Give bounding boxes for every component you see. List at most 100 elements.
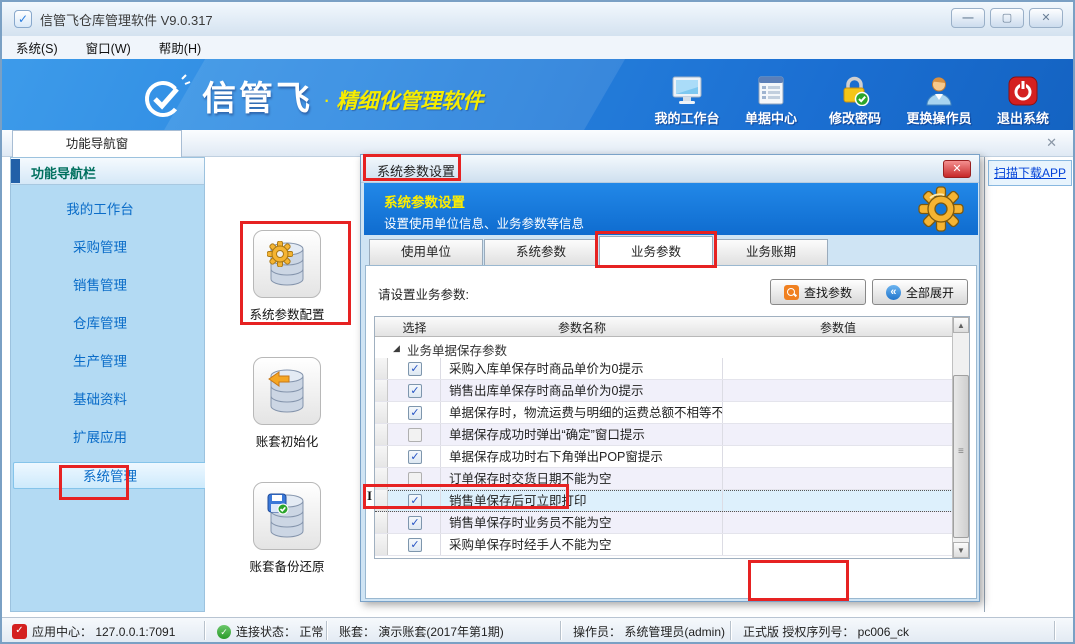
checkbox-icon[interactable] — [408, 494, 422, 508]
param-value-cell[interactable] — [723, 380, 953, 401]
find-params-button[interactable]: 查找参数 — [770, 279, 866, 305]
modules-panel: 系统参数配置 账套初始化 — [205, 157, 360, 612]
scrollbar-thumb[interactable] — [953, 375, 969, 538]
toolbar-exit-system[interactable]: 退出系统 — [981, 63, 1065, 127]
row-select-cell — [388, 468, 441, 489]
table-row[interactable]: 订单保存时交货日期不能为空 — [375, 468, 953, 490]
table-row[interactable]: 销售出库单保存时商品单价为0提示 — [375, 380, 953, 402]
checkbox-icon[interactable] — [408, 406, 422, 420]
tab-business-period[interactable]: 业务账期 — [714, 239, 828, 265]
table-row[interactable]: 销售单保存时业务员不能为空 — [375, 512, 953, 534]
checkbox-icon[interactable] — [408, 362, 422, 376]
row-header-cell — [375, 446, 388, 467]
param-name-cell: 销售出库单保存时商品单价为0提示 — [441, 380, 723, 401]
application-window: ✓ 信管飞仓库管理软件 V9.0.317 — ▢ ✕ 系统(S) 窗口(W) 帮… — [0, 0, 1075, 644]
dialog-close-button[interactable]: ✕ — [943, 160, 971, 178]
tab-business-params[interactable]: 业务参数 — [599, 236, 713, 266]
row-header-cell — [375, 512, 388, 533]
expand-all-button[interactable]: « 全部展开 — [872, 279, 968, 305]
maximize-button[interactable]: ▢ — [990, 8, 1024, 28]
arrow-badge-icon — [267, 368, 291, 390]
window-close-button[interactable]: ✕ — [1029, 8, 1063, 28]
sidebar-item-production[interactable]: 生产管理 — [11, 348, 189, 375]
sidebar-item-warehouse[interactable]: 仓库管理 — [11, 310, 189, 337]
param-name-cell: 采购单保存时经手人不能为空 — [441, 534, 723, 555]
sidebar-item-workstation[interactable]: 我的工作台 — [11, 196, 189, 223]
param-value-cell[interactable] — [723, 512, 953, 533]
checkbox-icon[interactable] — [408, 516, 422, 530]
scroll-down-icon[interactable]: ▼ — [953, 542, 969, 558]
param-value-cell[interactable] — [723, 490, 953, 511]
row-select-cell — [388, 402, 441, 423]
row-header-cell — [375, 468, 388, 489]
table-scrollbar[interactable]: ▲ ▼ — [952, 317, 969, 558]
checkbox-icon[interactable] — [408, 538, 422, 552]
table-row[interactable]: 销售单保存后可立即打印 — [375, 490, 953, 512]
checkbox-icon[interactable] — [408, 428, 422, 442]
right-panel: 扫描下载APP — [984, 157, 1075, 612]
minimize-button[interactable]: — — [951, 8, 985, 28]
password-lock-icon — [839, 76, 871, 106]
power-exit-icon — [1008, 76, 1038, 106]
sidebar-item-system-management[interactable]: 系统管理 — [13, 462, 207, 489]
params-prompt: 请设置业务参数: — [378, 284, 469, 303]
status-connection: ✓ 连接状态： 正常 — [217, 623, 323, 640]
toolbar-my-workstation[interactable]: 我的工作台 — [645, 63, 729, 127]
toolbar-document-center[interactable]: 单据中心 — [729, 63, 813, 127]
sidebar-item-basic-data[interactable]: 基础资料 — [11, 386, 189, 413]
connection-ok-icon: ✓ — [217, 625, 231, 639]
status-bar: ✓ 应用中心： 127.0.0.1:7091 ✓ 连接状态： 正常 账套： 演示… — [2, 617, 1073, 643]
operator-icon — [924, 76, 954, 106]
menu-window[interactable]: 窗口(W) — [86, 38, 131, 57]
param-value-cell[interactable] — [723, 402, 953, 423]
search-icon — [784, 285, 799, 300]
row-select-cell — [388, 534, 441, 555]
dialog-header-subtitle: 设置使用单位信息、业务参数等信息 — [384, 213, 584, 232]
tab-system-params[interactable]: 系统参数 — [484, 239, 598, 265]
toolbar-change-password[interactable]: 修改密码 — [813, 63, 897, 127]
scroll-up-icon[interactable]: ▲ — [953, 317, 969, 333]
menu-help[interactable]: 帮助(H) — [159, 38, 201, 57]
brand-logo-icon — [140, 73, 192, 119]
status-divider — [204, 621, 205, 640]
dialog-tabs: 使用单位 系统参数 业务参数 业务账期 — [369, 239, 829, 267]
dialog-title: 系统参数设置 — [377, 161, 455, 180]
param-value-cell[interactable] — [723, 358, 953, 379]
table-row[interactable]: 单据保存成功时弹出“确定”窗口提示 — [375, 424, 953, 446]
sidebar-item-extension[interactable]: 扩展应用 — [11, 424, 189, 451]
table-row[interactable]: 采购入库单保存时商品单价为0提示 — [375, 358, 953, 380]
brand-slogan: 精细化管理软件 — [336, 85, 483, 115]
sidebar-item-purchase[interactable]: 采购管理 — [11, 234, 189, 261]
checkbox-icon[interactable] — [408, 472, 422, 486]
status-license: 正式版 授权序列号： pc006_ck — [743, 623, 909, 640]
workspace-close-icon[interactable]: ✕ — [1046, 135, 1057, 151]
status-divider — [1054, 621, 1055, 640]
param-value-cell[interactable] — [723, 424, 953, 445]
app-download-box: 扫描下载APP — [988, 160, 1072, 186]
dialog-header-title: 系统参数设置 — [384, 191, 465, 211]
group-row[interactable]: ◢ 业务单据保存参数 — [375, 337, 953, 358]
checkbox-icon[interactable] — [408, 384, 422, 398]
table-row[interactable]: 单据保存成功时右下角弹出POP窗提示 — [375, 446, 953, 468]
table-row[interactable]: 单据保存时，物流运费与明细的运费总额不相等不提示 — [375, 402, 953, 424]
module-system-params[interactable]: 系统参数配置 — [227, 230, 347, 323]
banner-toolbar: 我的工作台 单据中心 修改密码 — [645, 63, 1065, 127]
tab-company-info[interactable]: 使用单位 — [369, 239, 483, 265]
menu-system[interactable]: 系统(S) — [16, 38, 58, 57]
workstation-icon — [669, 76, 705, 106]
app-download-link[interactable]: 扫描下载APP — [994, 166, 1066, 180]
toolbar-switch-operator[interactable]: 更换操作员 — [897, 63, 981, 127]
status-divider — [730, 621, 731, 640]
checkbox-icon[interactable] — [408, 450, 422, 464]
row-select-cell — [388, 424, 441, 445]
module-account-init[interactable]: 账套初始化 — [227, 357, 347, 450]
param-value-cell[interactable] — [723, 446, 953, 467]
sidebar-item-sales[interactable]: 销售管理 — [11, 272, 189, 299]
tab-function-nav[interactable]: 功能导航窗 — [12, 130, 182, 157]
status-logo-icon: ✓ — [12, 624, 27, 639]
param-value-cell[interactable] — [723, 534, 953, 555]
module-backup-restore[interactable]: 账套备份还原 — [227, 482, 347, 575]
param-value-cell[interactable] — [723, 468, 953, 489]
row-header-cell — [375, 358, 388, 379]
table-row[interactable]: 采购单保存时经手人不能为空 — [375, 534, 953, 556]
